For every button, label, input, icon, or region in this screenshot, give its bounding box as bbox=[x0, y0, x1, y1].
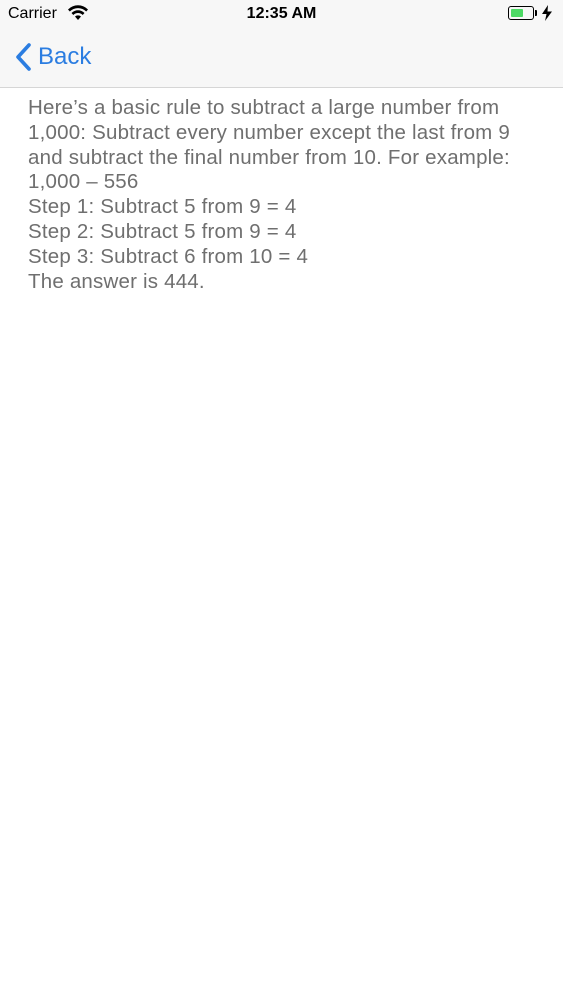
answer-line: The answer is 444. bbox=[28, 269, 205, 293]
charging-bolt-icon bbox=[542, 5, 552, 21]
lesson-text: Here’s a basic rule to subtract a large … bbox=[28, 96, 538, 294]
status-time: 12:35 AM bbox=[246, 5, 317, 22]
navigation-bar: Back bbox=[0, 28, 563, 88]
step-line: Step 2: Subtract 5 from 9 = 4 bbox=[28, 219, 297, 243]
back-label: Back bbox=[38, 43, 92, 70]
battery-cap bbox=[535, 10, 537, 16]
step-line: Step 3: Subtract 6 from 10 = 4 bbox=[28, 244, 309, 268]
chevron-left-icon bbox=[16, 43, 31, 71]
example-problem: 1,000 – 556 bbox=[28, 170, 139, 194]
intro-paragraph: Here’s a basic rule to subtract a large … bbox=[28, 96, 510, 169]
step-line: Step 1: Subtract 5 from 9 = 4 bbox=[28, 195, 297, 219]
status-bar: Carrier 12:35 AM bbox=[0, 0, 563, 28]
battery-level bbox=[511, 9, 523, 17]
back-button[interactable]: Back bbox=[14, 41, 91, 73]
battery-icon bbox=[508, 6, 534, 20]
